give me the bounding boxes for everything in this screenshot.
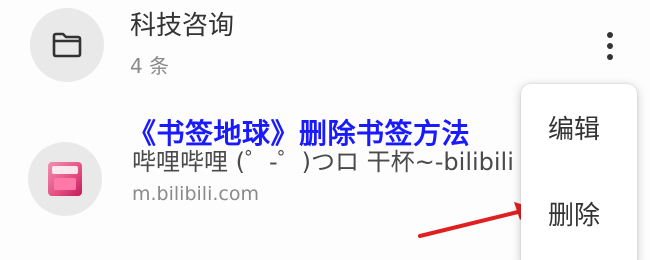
folder-row-item[interactable]: 科技咨询 4 条	[0, 0, 650, 92]
favicon-container	[28, 142, 102, 216]
bookmark-list-screen: 科技咨询 4 条 哔哩哔哩 (゜-゜)つロ 干杯~-bilibili m.bil…	[0, 0, 650, 260]
overlay-headline: 《书签地球》删除书签方法	[128, 117, 471, 150]
context-menu: 编辑 删除	[521, 84, 637, 260]
folder-icon-container	[30, 8, 104, 82]
delete-menu-item[interactable]: 删除	[521, 186, 637, 246]
bilibili-favicon-icon	[48, 162, 82, 196]
edit-menu-item[interactable]: 编辑	[521, 100, 637, 160]
more-dot-icon	[607, 54, 613, 60]
folder-item-count: 4 条	[130, 54, 170, 78]
more-dot-icon	[607, 43, 613, 49]
more-dot-icon	[607, 32, 613, 38]
more-options-button[interactable]	[596, 28, 624, 64]
bookmark-url: m.bilibili.com	[132, 183, 259, 205]
folder-icon	[52, 32, 82, 58]
folder-title: 科技咨询	[130, 11, 235, 41]
